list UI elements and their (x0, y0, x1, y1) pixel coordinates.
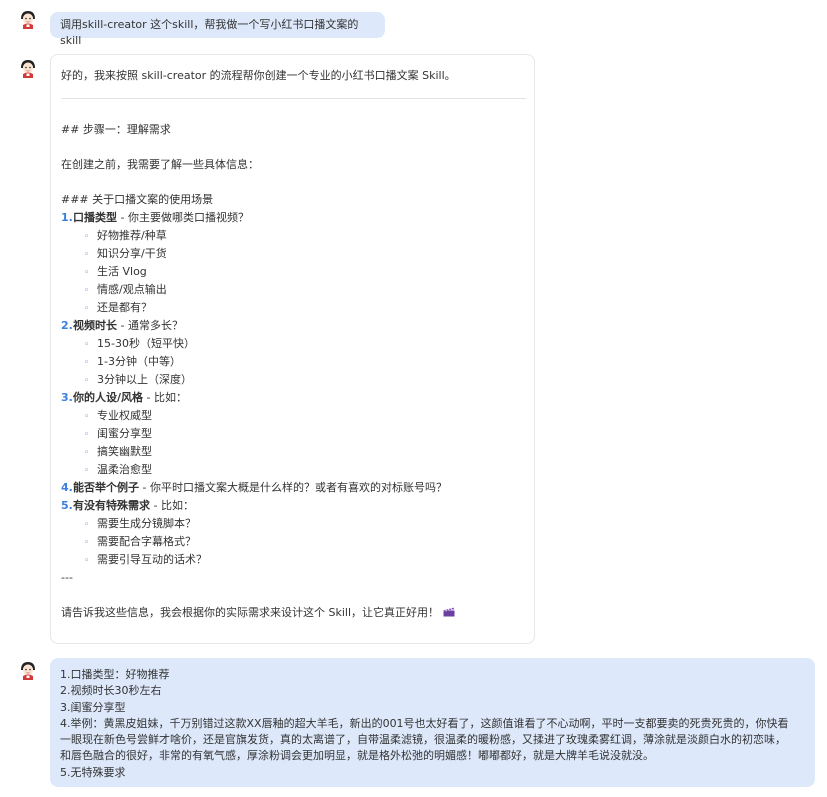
list-item: ◦ 1-3分钟（中等） (84, 355, 181, 368)
before-text: 在创建之前，我需要了解一些具体信息： (61, 158, 259, 171)
list-item: 3.你的人设/风格 - 比如： (61, 391, 187, 404)
list-item: ◦ 还是都有？ (84, 301, 152, 314)
user-message-line: 1.口播类型：好物推荐 (60, 668, 170, 681)
list-item: ◦ 3分钟以上（深度） (84, 373, 192, 386)
list-item: 1.口播类型 - 你主要做哪类口播视频？ (61, 211, 249, 224)
list-item: ◦ 需要生成分镜脚本？ (84, 517, 196, 530)
avatar-icon (17, 659, 39, 681)
list-item: ◦ 好物推荐/种草 (84, 229, 167, 242)
list-item: 5.有没有特殊需求 - 比如： (61, 499, 194, 512)
separator-text: --- (61, 571, 73, 584)
user-message-line: 2.视频时长30秒左右 (60, 684, 162, 698)
list-item: ◦ 需要引导互动的话术？ (84, 553, 207, 566)
list-item: ◦ 15-30秒（短平快） (84, 337, 195, 350)
step-heading: ## 步骤一：理解需求 (61, 123, 171, 136)
list-item: ◦ 需要配合字幕格式？ (84, 535, 196, 548)
list-item: ◦ 知识分享/干货 (84, 247, 167, 260)
avatar-icon (17, 8, 39, 30)
list-item: ◦ 情感/观点输出 (84, 283, 167, 296)
clapper-board-icon (443, 607, 455, 617)
closing-text: 请告诉我这些信息，我会根据你的实际需求来设计这个 Skill，让它真正好用！ (61, 604, 524, 622)
avatar-icon (17, 57, 39, 79)
assistant-intro: 好的，我来按照 skill-creator 的流程帮你创建一个专业的小红书口播文… (61, 69, 456, 82)
section-heading: ### 关于口播文案的使用场景 (61, 193, 214, 206)
question-list: 1.口播类型 - 你主要做哪类口播视频？ ◦ 好物推荐/种草 ◦ 知识分享/干货 ◦… (61, 209, 524, 569)
list-item: ◦ 专业权威型 (84, 409, 152, 422)
user-message-text: 调用skill-creator 这个skill，帮我做一个写小红书口播文案的 s… (60, 18, 359, 47)
list-item: 2.视频时长 - 通常多长？ (61, 319, 183, 332)
assistant-message-bubble: 好的，我来按照 skill-creator 的流程帮你创建一个专业的小红书口播文… (50, 54, 535, 644)
user-message-line: 5.无特殊要求 (60, 765, 126, 779)
user-message-line: 3.闺蜜分享型 (60, 700, 126, 714)
list-item: ◦ 生活 Vlog (84, 265, 147, 278)
user-message-bubble: 1.口播类型：好物推荐 2.视频时长30秒左右 3.闺蜜分享型 4.举例：黄黑皮… (50, 658, 815, 787)
list-item: ◦ 闺蜜分享型 (84, 427, 152, 440)
list-item: ◦ 温柔治愈型 (84, 463, 152, 476)
list-item: 4.能否举个例子 - 你平时口播文案大概是什么样的？或者有喜欢的对标账号吗？ (61, 481, 447, 494)
user-message-line: 4.举例：黄黑皮姐妹，千万别错过这款XX唇釉的超大羊毛，新出的001号也太好看了… (60, 716, 789, 730)
user-message-bubble: 调用skill-creator 这个skill，帮我做一个写小红书口播文案的 s… (50, 12, 385, 47)
list-item: ◦ 搞笑幽默型 (84, 445, 152, 458)
user-message-line: 和唇色融合的很好，非常的有氧气感，厚涂粉调会更加明显，就是格外松弛的明媚感！嘟嘟… (60, 749, 654, 763)
divider (61, 98, 526, 99)
user-message-line: 一眼现在新色号尝鲜才啥价，还是官旗发货，真的太离谱了，自带温柔滤镜，很温柔的暖粉… (60, 733, 786, 747)
